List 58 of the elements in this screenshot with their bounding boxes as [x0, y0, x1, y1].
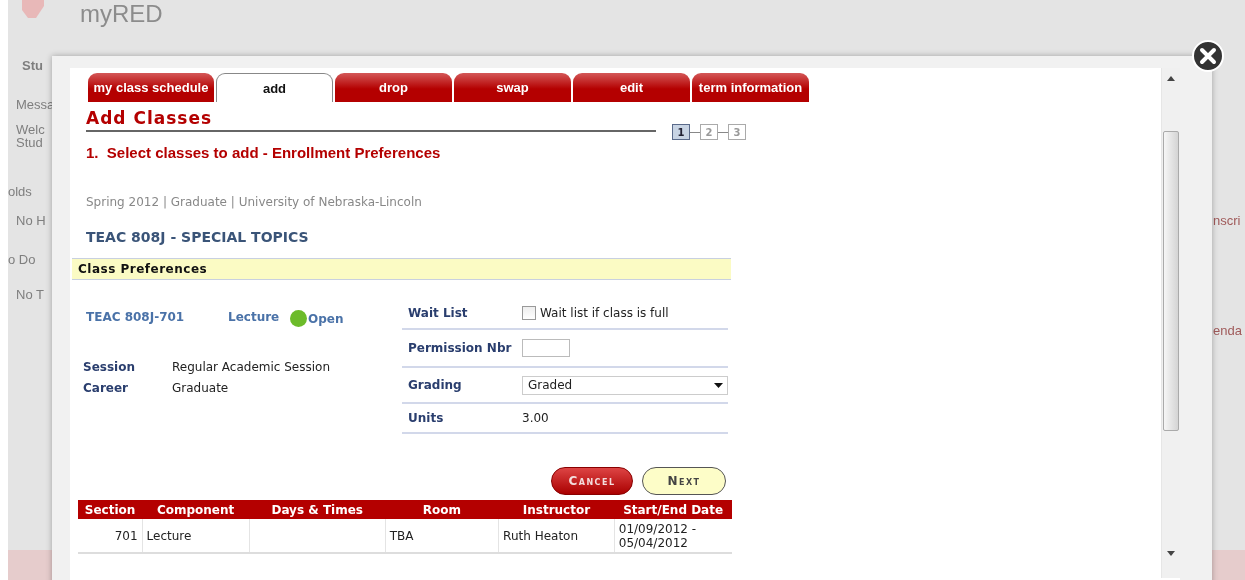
table-cell: 701: [114, 528, 138, 543]
class-section: TEAC 808J-701: [86, 309, 228, 324]
background-text: Stud: [16, 135, 44, 150]
class-component: Lecture: [228, 309, 281, 324]
background-text: Welc: [16, 122, 46, 137]
input-field[interactable]: [522, 339, 570, 357]
table-cell: Lecture: [146, 528, 192, 543]
table-cell: TBA: [389, 528, 414, 543]
background-text: No H: [16, 213, 47, 228]
scrollbar[interactable]: [1161, 68, 1180, 578]
section-header: Class Preferences: [72, 258, 731, 280]
table-cell: 01/09/2012 - 05/04/2012: [618, 521, 697, 550]
term-info: Spring 2012 | Graduate | University of Nebraska-Lincoln: [86, 195, 423, 209]
caret-icon: [714, 382, 723, 388]
table-cell: Ruth Heaton: [503, 528, 579, 543]
background-text: o Do: [8, 252, 37, 267]
field-label: Grading: [408, 378, 463, 392]
logo-icon: [22, 0, 44, 18]
field-label: Permission Nbr: [408, 341, 513, 355]
tab[interactable]: add: [216, 73, 333, 102]
detail-value: Regular Academic Session: [172, 360, 330, 374]
tab[interactable]: edit: [573, 73, 690, 102]
column-header: Room: [385, 500, 499, 519]
column-header: Section: [78, 500, 143, 519]
background-text: Stu: [22, 58, 44, 73]
close-icon[interactable]: [1192, 40, 1224, 72]
logo-text: myRED: [80, 0, 163, 28]
course-title: TEAC 808J - SPECIAL TOPICS: [86, 229, 310, 245]
field-value: 3.00: [522, 411, 549, 425]
tab[interactable]: drop: [335, 73, 452, 102]
column-header: Days & Times: [249, 500, 386, 519]
field-label: Wait List: [408, 306, 469, 320]
scroll-thumb[interactable]: [1163, 131, 1180, 431]
checkbox-label: Wait list if class is full: [540, 306, 669, 320]
background-text: No T: [16, 287, 45, 302]
detail-label: Career: [83, 381, 130, 395]
step-indicator: 3: [728, 124, 746, 140]
step-indicator: 2: [700, 124, 718, 140]
status-label: Open: [308, 311, 344, 326]
step-heading: 1. Select classes to add - Enrollment Preferences: [86, 144, 442, 161]
tab[interactable]: my class schedule: [88, 73, 214, 102]
scroll-up-icon[interactable]: [1167, 76, 1176, 81]
checkbox[interactable]: [522, 306, 536, 320]
scroll-down-icon[interactable]: [1167, 551, 1176, 556]
background-text: olds: [8, 184, 33, 199]
field-label: Units: [408, 411, 445, 425]
step-indicator: 1: [672, 124, 690, 140]
next-button[interactable]: Next: [642, 467, 726, 495]
detail-label: Session: [83, 360, 136, 374]
detail-value: Graduate: [172, 381, 229, 395]
column-header: Start/End Date: [614, 500, 732, 519]
dropdown[interactable]: Graded: [522, 375, 728, 395]
cancel-button[interactable]: Cancel: [551, 467, 633, 495]
tab[interactable]: swap: [454, 73, 571, 102]
tab[interactable]: term information: [692, 73, 809, 102]
column-header: Instructor: [498, 500, 615, 519]
page-title: Add Classes: [86, 108, 656, 132]
column-header: Component: [142, 500, 250, 519]
